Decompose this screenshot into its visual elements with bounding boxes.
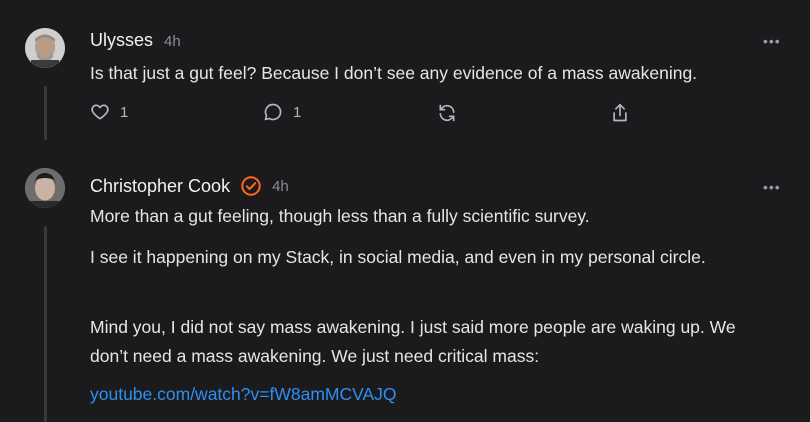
avatar-christopher-cook[interactable] xyxy=(25,168,65,208)
more-options-button[interactable]: ••• xyxy=(763,33,781,49)
reply-button[interactable]: 1 xyxy=(263,102,301,122)
timestamp[interactable]: 4h xyxy=(164,33,181,50)
comment-paragraph: Mind you, I did not say mass awakening. … xyxy=(90,317,736,366)
comment-header: Ulysses 4h xyxy=(90,30,181,51)
comment-header: Christopher Cook 4h xyxy=(90,175,289,197)
more-options-button[interactable]: ••• xyxy=(763,179,781,195)
thread-line xyxy=(44,86,47,140)
heart-icon xyxy=(90,102,110,122)
like-button[interactable]: 1 xyxy=(90,102,128,122)
reply-count: 1 xyxy=(293,103,302,121)
comment-paragraph: More than a gut feeling, though less tha… xyxy=(90,206,590,226)
author-name[interactable]: Christopher Cook xyxy=(90,176,230,197)
like-count: 1 xyxy=(120,103,129,121)
share-button[interactable] xyxy=(610,102,630,124)
comment-text: Is that just a gut feel? Because I don’t… xyxy=(90,63,698,83)
avatar-image xyxy=(25,28,65,68)
verified-badge-icon xyxy=(240,175,262,197)
avatar-image xyxy=(25,168,65,208)
youtube-link[interactable]: youtube.com/watch?v=fW8amMCVAJQ xyxy=(90,384,397,405)
comment-paragraph: I see it happening on my Stack, in socia… xyxy=(90,247,706,267)
avatar-ulysses[interactable] xyxy=(25,28,65,68)
author-name[interactable]: Ulysses xyxy=(90,30,153,51)
speech-bubble-icon xyxy=(263,102,283,122)
share-icon xyxy=(610,102,630,124)
restack-icon xyxy=(437,103,457,123)
thread-line xyxy=(44,226,47,422)
timestamp[interactable]: 4h xyxy=(272,178,289,195)
restack-button[interactable] xyxy=(437,103,457,123)
